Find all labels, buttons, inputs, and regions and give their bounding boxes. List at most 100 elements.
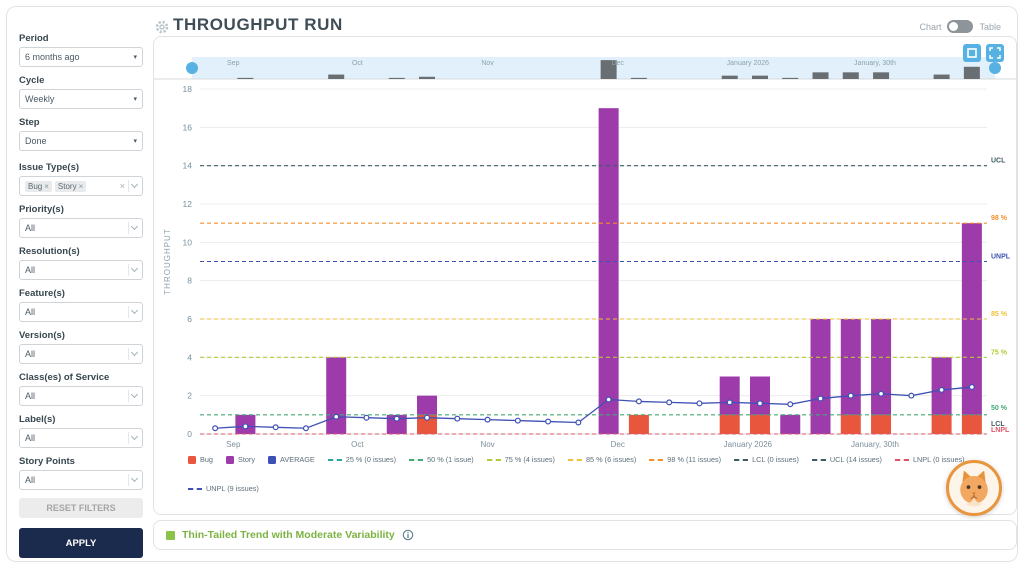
- chip-remove-icon[interactable]: ×: [44, 182, 49, 191]
- filter-class-of-service-label: Class(es) of Service: [19, 372, 143, 383]
- chevron-down-icon[interactable]: [131, 433, 138, 440]
- svg-text:Dec: Dec: [611, 440, 625, 449]
- svg-text:January, 30th: January, 30th: [854, 60, 896, 67]
- clear-all-icon[interactable]: ×: [120, 181, 125, 191]
- svg-text:14: 14: [183, 161, 193, 171]
- filter-resolution-value: All: [25, 265, 125, 275]
- chip-label: Bug: [28, 182, 42, 191]
- chevron-down-icon[interactable]: [131, 391, 138, 398]
- navigator-handle-left[interactable]: [186, 62, 198, 74]
- x-axis-labels: SepOctNovDecJanuary 2026January, 30th: [226, 440, 899, 449]
- chart-toolbar: [963, 44, 1004, 62]
- filter-step-label: Step: [19, 117, 143, 128]
- assistant-cat-avatar[interactable]: [946, 460, 1002, 516]
- filter-issue-types-dropdown[interactable]: Bug×Story××: [19, 176, 143, 196]
- chip-remove-icon[interactable]: ×: [79, 182, 84, 191]
- chevron-down-icon[interactable]: [131, 223, 138, 230]
- legend-item-lcl[interactable]: LCL (0 issues): [734, 455, 799, 464]
- legend-square-marker: [268, 456, 276, 464]
- filter-labels-dropdown[interactable]: All: [19, 428, 143, 448]
- navigator[interactable]: SepOctNovDecJanuary 2026January, 30th: [154, 57, 1016, 79]
- divider: [128, 264, 129, 276]
- filter-feature: Feature(s)All: [19, 288, 143, 322]
- filter-period-dropdown[interactable]: 6 months ago▾: [19, 47, 143, 67]
- toggle-label-chart[interactable]: Chart: [919, 22, 941, 32]
- legend-item-average[interactable]: AVERAGE: [268, 455, 315, 464]
- filter-class-of-service-value: All: [25, 391, 125, 401]
- legend-label: AVERAGE: [280, 455, 315, 464]
- toggle-label-table[interactable]: Table: [979, 22, 1001, 32]
- filter-class-of-service-dropdown[interactable]: All: [19, 386, 143, 406]
- legend-item-85[interactable]: 85 % (6 issues): [568, 455, 636, 464]
- svg-text:UNPL: UNPL: [991, 254, 1011, 261]
- legend-item-lnpl[interactable]: LNPL (0 issues): [895, 455, 965, 464]
- legend-item-bug[interactable]: Bug: [188, 455, 213, 464]
- legend-dash-marker: [734, 459, 748, 461]
- filter-labels: Label(s)All: [19, 414, 143, 448]
- fullscreen-button[interactable]: [986, 44, 1004, 62]
- filter-period-label: Period: [19, 33, 143, 44]
- toggle-knob: [949, 22, 958, 31]
- filter-step: Step Done▾: [19, 117, 143, 151]
- chip-bug[interactable]: Bug×: [25, 181, 52, 192]
- legend-label: LNPL (0 issues): [913, 455, 965, 464]
- chevron-down-icon[interactable]: [131, 307, 138, 314]
- info-icon[interactable]: [402, 529, 414, 541]
- apply-button[interactable]: APPLY: [19, 528, 143, 558]
- status-color-swatch: [166, 531, 175, 540]
- legend-item-50[interactable]: 50 % (1 issue): [409, 455, 474, 464]
- legend-item-unpl[interactable]: UNPL (9 issues): [188, 484, 259, 493]
- settings-gear-icon[interactable]: [155, 20, 169, 34]
- svg-text:Oct: Oct: [351, 440, 364, 449]
- filter-version-dropdown[interactable]: All: [19, 344, 143, 364]
- svg-text:LNPL: LNPL: [991, 427, 1010, 434]
- zoom-selection-button[interactable]: [963, 44, 981, 62]
- legend-item-75[interactable]: 75 % (4 issues): [487, 455, 555, 464]
- status-text: Thin-Tailed Trend with Moderate Variabil…: [182, 529, 395, 541]
- filter-priority-label: Priority(s): [19, 204, 143, 215]
- chevron-down-icon[interactable]: [131, 475, 138, 482]
- filter-priority-dropdown[interactable]: All: [19, 218, 143, 238]
- divider: [128, 306, 129, 318]
- chevron-down-icon[interactable]: [131, 265, 138, 272]
- svg-text:4: 4: [187, 352, 192, 362]
- legend-item-story[interactable]: Story: [226, 455, 255, 464]
- filter-priority: Priority(s) All: [19, 204, 143, 238]
- chart-table-toggle[interactable]: [947, 20, 973, 33]
- filter-list: Period 6 months ago▾ Cycle Weekly▾ Step Done▾…: [19, 33, 143, 490]
- svg-text:2: 2: [187, 391, 192, 401]
- svg-text:Sep: Sep: [226, 440, 241, 449]
- filter-feature-dropdown[interactable]: All: [19, 302, 143, 322]
- filter-step-dropdown[interactable]: Done▾: [19, 131, 143, 151]
- filter-cycle-label: Cycle: [19, 75, 143, 86]
- filters-sidebar: Period 6 months ago▾ Cycle Weekly▾ Step Done▾…: [19, 33, 143, 558]
- filter-resolution-dropdown[interactable]: All: [19, 260, 143, 280]
- svg-text:0: 0: [187, 429, 192, 439]
- filter-issue-types-label: Issue Type(s): [19, 162, 143, 173]
- status-card: Thin-Tailed Trend with Moderate Variabil…: [153, 520, 1017, 550]
- legend-label: UNPL (9 issues): [206, 484, 259, 493]
- fullscreen-icon: [989, 47, 1001, 59]
- chevron-down-icon[interactable]: [131, 349, 138, 356]
- svg-text:10: 10: [183, 237, 193, 247]
- divider: [128, 390, 129, 402]
- bars: [235, 108, 981, 434]
- navigator-handle-right[interactable]: [989, 62, 1001, 74]
- filter-cycle-dropdown[interactable]: Weekly▾: [19, 89, 143, 109]
- chevron-down-icon[interactable]: [131, 181, 138, 188]
- legend-item-98[interactable]: 98 % (11 issues): [649, 455, 721, 464]
- svg-text:12: 12: [183, 199, 193, 209]
- filter-story-points-dropdown[interactable]: All: [19, 470, 143, 490]
- legend-item-ucl[interactable]: UCL (14 issues): [812, 455, 882, 464]
- divider: [128, 222, 129, 234]
- legend-label: UCL (14 issues): [830, 455, 882, 464]
- chip-label: Story: [58, 182, 77, 191]
- legend-item-25[interactable]: 25 % (0 issues): [328, 455, 396, 464]
- throughput-chart[interactable]: SepOctNovDecJanuary 2026January, 30th 0 2 4…: [154, 37, 1016, 451]
- reset-filters-button[interactable]: RESET FILTERS: [19, 498, 143, 518]
- svg-text:January 2026: January 2026: [724, 440, 773, 449]
- chip-story[interactable]: Story×: [55, 181, 86, 192]
- filter-version-value: All: [25, 349, 125, 359]
- legend-label: 50 % (1 issue): [427, 455, 474, 464]
- chart-legend: Bug Story AVERAGE 25 % (0 issues) 50 % (1 is…: [188, 455, 1000, 493]
